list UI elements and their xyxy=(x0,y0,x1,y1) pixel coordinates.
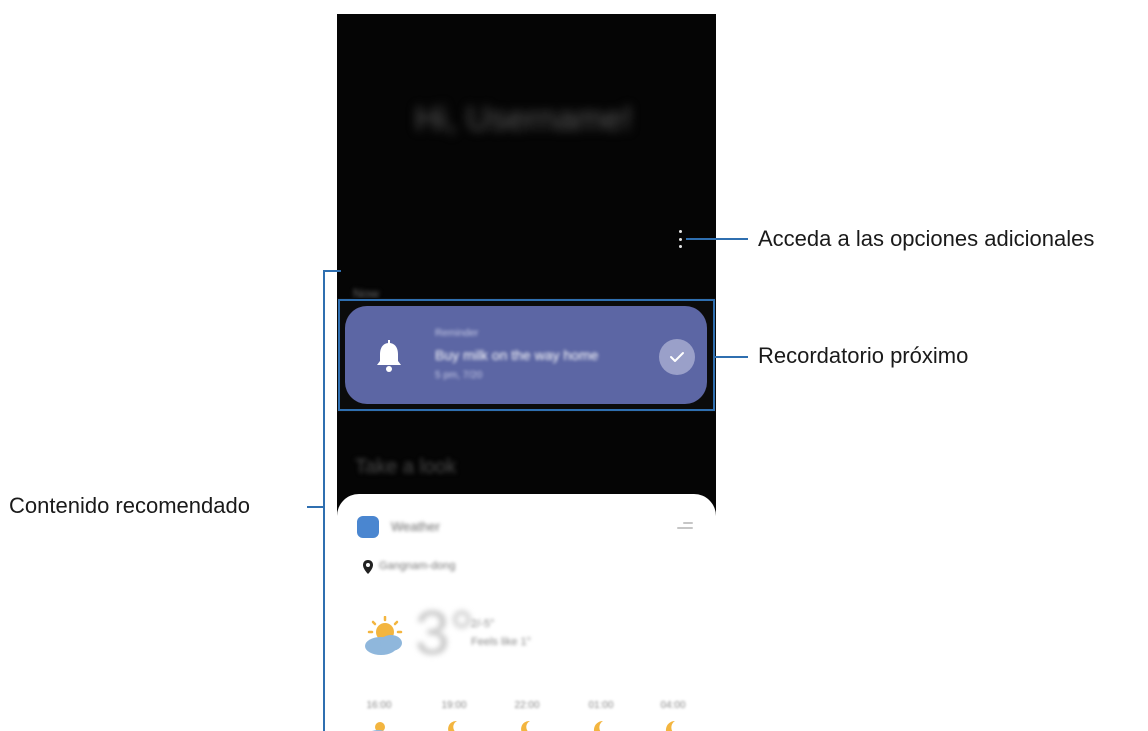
callout-line xyxy=(307,506,323,508)
hour-time: 22:00 xyxy=(514,700,540,711)
hourly-forecast-item: 16:00 xyxy=(359,700,399,731)
callout-line xyxy=(686,238,748,240)
more-options-button[interactable] xyxy=(675,230,685,248)
feels-like: Feels like 1° xyxy=(471,636,532,648)
hour-time: 16:00 xyxy=(366,700,392,711)
weather-card[interactable]: Weather Gangnam-dong 3° 2/-5° Feels like… xyxy=(337,494,716,731)
hour-time: 19:00 xyxy=(441,700,467,711)
callout-recommended-content: Contenido recomendado xyxy=(9,493,250,518)
more-options-icon-dot xyxy=(678,237,682,241)
hourly-forecast-item: 19:00 xyxy=(434,700,474,731)
partly-sunny-icon xyxy=(372,722,385,731)
weather-title: Weather xyxy=(391,519,440,534)
current-temperature: 3° xyxy=(415,599,475,668)
weather-app-icon xyxy=(357,516,379,538)
weather-location: Gangnam-dong xyxy=(379,560,456,572)
reminder-highlight-box xyxy=(338,299,715,411)
temperature-range: 2/-5° xyxy=(471,618,495,630)
more-options-icon xyxy=(678,230,682,233)
hour-time: 04:00 xyxy=(660,700,686,711)
hourly-forecast-item: 04:00 xyxy=(653,700,693,731)
moon-icon xyxy=(665,720,675,731)
callout-upcoming-reminder: Recordatorio próximo xyxy=(758,343,969,368)
callout-line xyxy=(715,356,748,358)
weather-card-menu-icon[interactable] xyxy=(677,522,693,532)
more-options-icon-dot xyxy=(678,245,682,248)
moon-cloud-icon xyxy=(521,720,530,731)
callout-more-options: Acceda a las opciones adicionales xyxy=(758,226,1095,251)
location-pin-icon xyxy=(363,560,373,574)
manual-figure: Hi, Username! Now Reminder Buy milk on t… xyxy=(0,0,1148,731)
moon-icon xyxy=(593,720,603,731)
moon-cloud-icon xyxy=(448,720,457,731)
hourly-forecast-item: 01:00 xyxy=(581,700,621,731)
greeting-text: Hi, Username! xyxy=(415,100,633,138)
partly-sunny-icon xyxy=(365,616,403,655)
callout-bracket-top xyxy=(323,270,341,272)
hourly-forecast-item: 22:00 xyxy=(507,700,547,731)
take-a-look-heading: Take a look xyxy=(355,456,457,478)
callout-bracket-line xyxy=(323,270,325,731)
hour-time: 01:00 xyxy=(588,700,614,711)
